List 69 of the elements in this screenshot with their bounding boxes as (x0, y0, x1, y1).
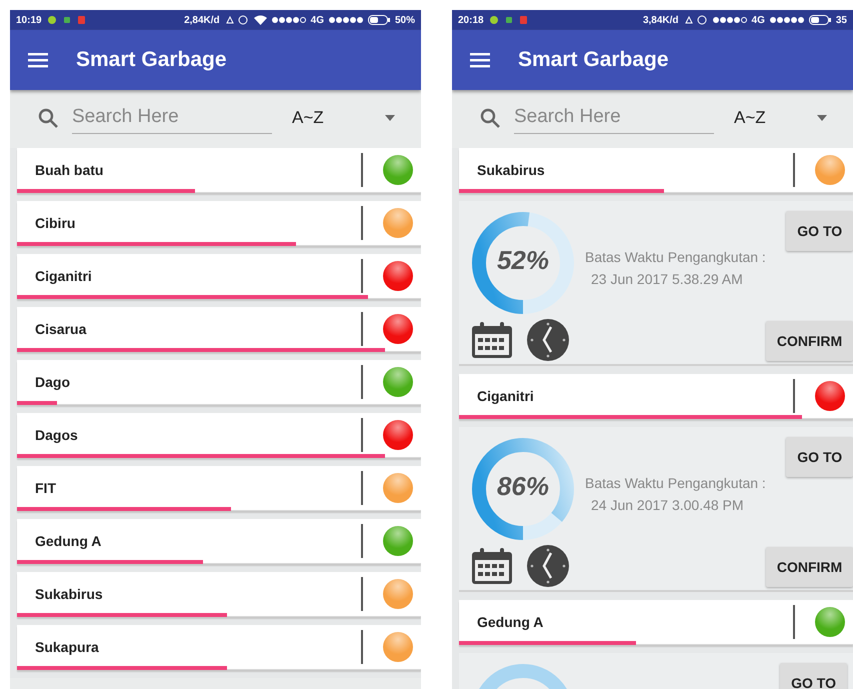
list-row-background[interactable]: Ciganitri (17, 254, 421, 299)
status-time: 20:18 (458, 14, 484, 26)
sort-order[interactable]: A~Z (734, 108, 766, 128)
fill-percentage: 52% (496, 245, 550, 276)
list-row-background[interactable]: Buah batu (17, 148, 421, 193)
go-to-button[interactable]: GO TO (786, 211, 853, 251)
go-to-button[interactable]: GO TO (780, 663, 847, 689)
list-row-background[interactable]: Sukabirus (17, 572, 421, 617)
search-icon (480, 108, 500, 128)
confirm-button[interactable]: CONFIRM (766, 547, 853, 587)
location-name: Ciganitri (34, 268, 93, 284)
list-row-background[interactable]: Gedung A (17, 519, 421, 564)
app-title: Smart Garbage (76, 48, 227, 72)
battery-icon (808, 15, 831, 25)
network-type: 4G (752, 14, 765, 26)
deadline-datetime: 23 Jun 2017 5.38.29 AM (590, 270, 744, 289)
location-name: Cisarua (34, 321, 88, 337)
location-name: Buah batu (34, 162, 104, 178)
location-name: FIT (34, 480, 57, 496)
location-name: Sukapura (34, 639, 100, 655)
sort-order[interactable]: A~Z (292, 108, 324, 128)
location-name: Ciganitri (476, 388, 535, 404)
battery-percentage: 50% (394, 14, 415, 26)
location-name: Gedung A (34, 533, 102, 549)
dropdown-arrow-icon[interactable] (385, 115, 395, 121)
battery-percentage: 35 (836, 14, 847, 26)
location-name: Dagos (34, 427, 79, 443)
fill-percentage: 86% (496, 471, 550, 502)
search-field[interactable]: Search Here (72, 102, 272, 134)
dropdown-arrow-icon[interactable] (817, 115, 827, 121)
battery-icon (368, 15, 390, 25)
list-row-background[interactable]: Gedung A (459, 600, 853, 645)
deadline-label: Batas Waktu Pengangkutan : (585, 475, 766, 491)
location-name: Sukabirus (476, 162, 546, 178)
clock-icon[interactable] (527, 319, 569, 361)
network-type: 4G (310, 14, 324, 26)
clock-icon[interactable] (527, 545, 569, 587)
network-speed: 2,84K/d (184, 14, 220, 26)
network-speed: 3,84K/d (642, 14, 679, 26)
signal-icon (770, 16, 804, 24)
list-row-background[interactable]: Sukapura (17, 625, 421, 670)
search-icon (38, 108, 58, 128)
location-name: Gedung A (476, 614, 544, 630)
list-row-background[interactable]: Sukabirus (459, 148, 853, 193)
calendar-icon[interactable] (471, 321, 513, 359)
location-name: Sukabirus (34, 586, 104, 602)
location-name: Dago (34, 374, 71, 390)
list-row-background[interactable]: Ciganitri (459, 374, 853, 419)
signal-icon (272, 16, 306, 24)
status-time: 10:19 (16, 14, 42, 26)
signal-icon (712, 16, 747, 24)
menu-icon[interactable] (28, 52, 48, 68)
list-row-background[interactable]: Cibiru (17, 201, 421, 246)
deadline-datetime: 24 Jun 2017 3.00.48 PM (590, 496, 745, 515)
calendar-icon[interactable] (471, 547, 513, 585)
deadline-label: Batas Waktu Pengangkutan : (585, 249, 766, 265)
list-row-background[interactable]: Dagos (17, 413, 421, 458)
search-field[interactable]: Search Here (514, 102, 714, 134)
go-to-button[interactable]: GO TO (786, 437, 853, 477)
location-name: Cibiru (34, 215, 76, 231)
app-title: Smart Garbage (518, 48, 669, 72)
signal-icon (328, 16, 363, 24)
list-row-background[interactable]: FIT (17, 466, 421, 511)
notification-icons-drawing (46, 15, 87, 25)
menu-icon[interactable] (470, 52, 490, 68)
confirm-button[interactable]: CONFIRM (766, 321, 853, 361)
list-row-background[interactable]: Dago (17, 360, 421, 405)
list-row-background[interactable]: Cisarua (17, 307, 421, 352)
notification-icons-drawing (488, 15, 529, 25)
